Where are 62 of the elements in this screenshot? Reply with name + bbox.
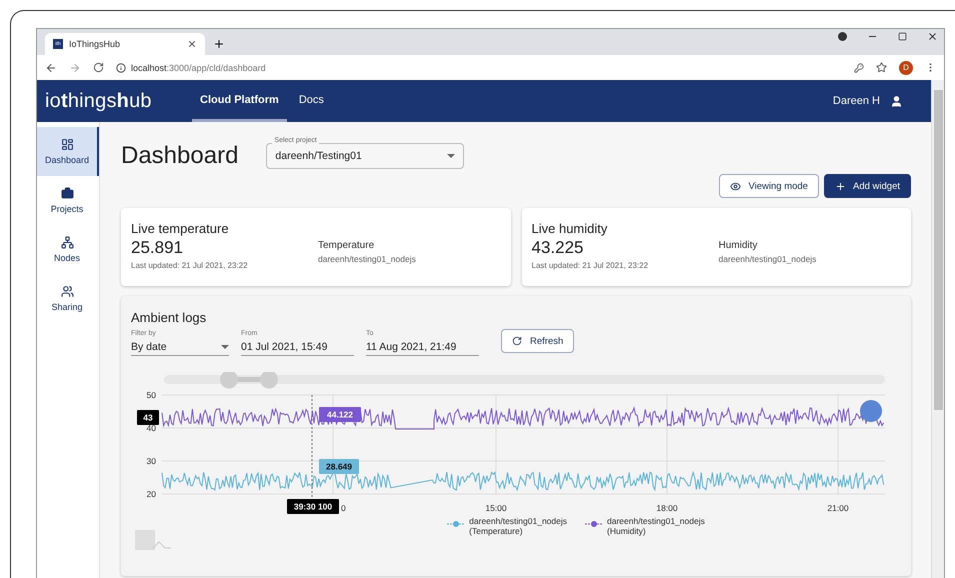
refresh-icon	[512, 336, 522, 346]
app-logo[interactable]: iothingshub	[45, 80, 192, 122]
new-tab-icon[interactable]	[213, 38, 225, 50]
reload-icon[interactable]	[93, 62, 104, 73]
legend-marker-icon	[447, 520, 466, 528]
y-axis-label: 50	[146, 390, 156, 400]
legend-marker-icon	[585, 520, 603, 528]
value-tooltip: 43	[137, 410, 159, 425]
sidebar-item[interactable]: Projects	[37, 176, 99, 225]
value-tooltip: 44.122	[319, 407, 361, 422]
page-title: Dashboard	[121, 142, 238, 170]
user-icon	[890, 94, 903, 108]
x-axis-label: 0	[341, 503, 346, 513]
y-axis-label: 40	[146, 423, 156, 433]
widget-value: 25.891	[131, 238, 184, 258]
node-name: dareenh/testing01_nodejs	[318, 254, 417, 264]
sidebar-item[interactable]: Sharing	[37, 274, 99, 323]
close-icon[interactable]	[187, 39, 197, 49]
plus-icon	[834, 180, 846, 192]
sensor-name: Temperature	[318, 240, 376, 251]
user-menu[interactable]: Dareen H	[832, 80, 931, 122]
refresh-button[interactable]: Refresh	[501, 329, 574, 353]
key-icon[interactable]	[854, 62, 864, 72]
value-tooltip: 28.649	[319, 459, 359, 474]
eye-icon	[730, 180, 742, 192]
star-icon[interactable]	[876, 62, 887, 73]
maximize-icon[interactable]	[898, 32, 907, 41]
widget-value: 43.225	[532, 238, 584, 258]
back-icon[interactable]	[45, 62, 57, 74]
x-axis-label: 21:00	[827, 503, 849, 513]
sidebar-item[interactable]: Dashboard	[37, 127, 99, 176]
last-updated: Last updated: 21 Jul 2021, 23:22	[532, 261, 650, 270]
y-axis-label: 20	[146, 489, 156, 499]
profile-avatar[interactable]: D	[899, 60, 913, 74]
node-name: dareenh/testing01_nodejs	[718, 254, 818, 264]
legend-item[interactable]: dareenh/testing01_nodejs (Humidity)	[585, 516, 705, 536]
nav-tab[interactable]: Docs	[290, 80, 332, 122]
viewing-mode-button[interactable]: Viewing mode	[719, 174, 819, 198]
sensor-name: Humidity	[718, 240, 758, 251]
y-axis-label: 30	[146, 456, 156, 466]
x-axis-label: 15:00	[485, 503, 507, 513]
chart-thumbnail-icon[interactable]	[135, 530, 171, 550]
value-tooltip: 39:30 100	[287, 499, 339, 514]
legend-item[interactable]: dareenh/testing01_nodejs (Temperature)	[447, 516, 567, 536]
dashboard-icon	[60, 138, 74, 151]
briefcase-icon	[60, 187, 74, 200]
nav-tab[interactable]: Cloud Platform	[192, 80, 287, 122]
scrollbar[interactable]	[934, 90, 942, 410]
widget-title: Live humidity	[532, 221, 608, 236]
range-slider[interactable]	[164, 372, 885, 388]
people-icon	[60, 285, 74, 298]
widget-title: Live temperature	[131, 221, 230, 236]
profile-dot-icon[interactable]	[838, 32, 847, 41]
x-axis-label: 18:00	[656, 503, 678, 513]
add-widget-button[interactable]: Add widget	[824, 174, 911, 198]
info-icon[interactable]	[116, 62, 126, 72]
last-updated: Last updated: 21 Jul 2021, 23:22	[131, 261, 249, 270]
address-field[interactable]: localhost:3000/app/cld/dashboard	[131, 62, 266, 72]
card-title: Ambient logs	[131, 310, 208, 325]
close-icon[interactable]	[927, 31, 938, 42]
network-icon	[60, 236, 74, 249]
sidebar-item[interactable]: Nodes	[37, 225, 99, 274]
